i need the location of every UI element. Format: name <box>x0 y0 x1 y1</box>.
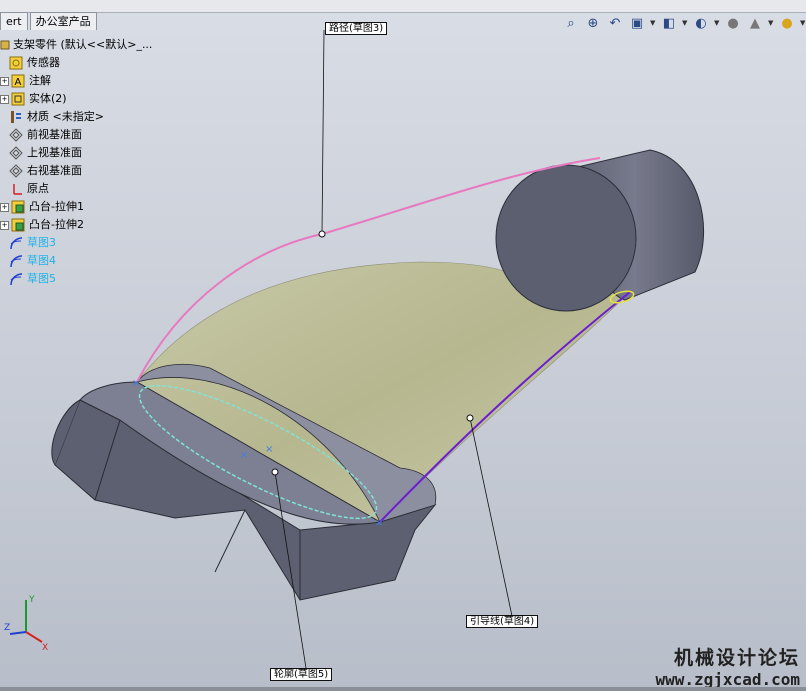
watermark: 机械设计论坛 www.zgjxcad.com <box>656 643 801 689</box>
part-icon <box>0 37 10 53</box>
tree-item[interactable]: 草图5 <box>0 270 56 288</box>
edit-appearance-icon[interactable]: ▲ <box>746 14 764 32</box>
expand-plus-icon[interactable]: + <box>0 220 9 230</box>
tree-item-label: 实体(2) <box>29 92 67 105</box>
tab-insert[interactable]: ert <box>0 12 28 30</box>
tree-item-label: 草图3 <box>27 236 56 249</box>
tree-item[interactable]: 传感器 <box>0 54 60 72</box>
previous-view-icon[interactable]: ↶ <box>606 14 624 32</box>
plane-icon <box>8 145 24 161</box>
tree-item-label: 右视基准面 <box>27 164 82 177</box>
tree-item-label: 凸台-拉伸2 <box>29 218 84 231</box>
tree-root-label: 支架零件 (默认<<默认>_... <box>13 38 153 51</box>
tree-item-label: 凸台-拉伸1 <box>29 200 84 213</box>
tree-connector <box>0 186 7 193</box>
top-toolbar <box>0 0 806 13</box>
chevron-down-icon[interactable]: ▼ <box>714 19 720 27</box>
boss-extrude-icon <box>10 217 26 233</box>
material-icon <box>8 109 24 125</box>
solid-bodies-icon <box>10 91 26 107</box>
cylinder-boss[interactable] <box>495 149 705 312</box>
svg-text:A: A <box>15 77 22 88</box>
tree-item-label: 前视基准面 <box>27 128 82 141</box>
callout-path: 路径(草图3) <box>325 22 388 35</box>
callout-guide: 引导线(草图4) <box>466 615 539 628</box>
hide-show-icon[interactable]: ● <box>724 14 742 32</box>
svg-text:×: × <box>132 378 140 389</box>
tree-item[interactable]: + A 注解 <box>0 72 51 90</box>
sketch-icon <box>8 271 24 287</box>
annotation-icon: A <box>10 73 26 89</box>
chevron-down-icon[interactable]: ▼ <box>682 19 688 27</box>
status-bar <box>0 687 806 691</box>
tree-connector <box>0 240 7 247</box>
section-view-icon[interactable]: ▣ <box>628 14 646 32</box>
tree-item[interactable]: 草图3 <box>0 234 56 252</box>
tree-item[interactable]: 草图4 <box>0 252 56 270</box>
tree-item[interactable]: 前视基准面 <box>0 126 82 144</box>
tree-connector <box>0 60 7 67</box>
origin-icon <box>8 181 24 197</box>
apply-scene-icon[interactable]: ● <box>778 14 796 32</box>
tree-item-label: 传感器 <box>27 56 60 69</box>
sensor-icon <box>8 55 24 71</box>
tree-item[interactable]: 上视基准面 <box>0 144 82 162</box>
tree-root[interactable]: 支架零件 (默认<<默认>_... <box>0 36 152 54</box>
tree-item[interactable]: + 凸台-拉伸1 <box>0 198 84 216</box>
command-tabs: ert 办公室产品 <box>0 12 99 30</box>
tree-item-label: 原点 <box>27 182 49 195</box>
chevron-down-icon[interactable]: ▼ <box>768 19 774 27</box>
reference-triad: Y X Z <box>4 592 54 655</box>
tree-connector <box>0 258 7 265</box>
heads-up-view-toolbar: ⌕ ⊕ ↶ ▣ ▼ ◧ ▼ ◐ ▼ ● ▲ ▼ ● ▼ <box>562 14 806 32</box>
zoom-to-fit-icon[interactable]: ⌕ <box>562 14 580 32</box>
tree-item-label: 注解 <box>29 74 51 87</box>
svg-text:×: × <box>240 450 248 461</box>
tree-item[interactable]: + 凸台-拉伸2 <box>0 216 84 234</box>
expand-plus-icon[interactable]: + <box>0 202 9 212</box>
tree-connector <box>0 150 7 157</box>
tab-office-products[interactable]: 办公室产品 <box>29 12 97 30</box>
tree-item-label: 草图5 <box>27 272 56 285</box>
tree-connector <box>0 168 7 175</box>
tree-connector <box>0 132 7 139</box>
tree-item[interactable]: 材质 <未指定> <box>0 108 104 126</box>
expand-plus-icon[interactable]: + <box>0 94 9 104</box>
tree-item-label: 材质 <未指定> <box>27 110 104 123</box>
graphics-area[interactable]: × × × × <box>0 0 806 691</box>
tree-connector <box>0 114 7 121</box>
callout-profile: 轮廓(草图5) <box>270 668 333 681</box>
view-orientation-icon[interactable]: ◧ <box>660 14 678 32</box>
triad-x-label: X <box>42 643 48 652</box>
chevron-down-icon[interactable]: ▼ <box>800 19 806 27</box>
plane-icon <box>8 127 24 143</box>
plane-icon <box>8 163 24 179</box>
tree-item[interactable]: + 实体(2) <box>0 90 67 108</box>
tree-item-label: 草图4 <box>27 254 56 267</box>
svg-text:×: × <box>375 518 383 529</box>
chevron-down-icon[interactable]: ▼ <box>650 19 656 27</box>
watermark-title: 机械设计论坛 <box>673 647 800 669</box>
svg-text:×: × <box>265 444 273 455</box>
triad-z-label: Z <box>4 623 10 633</box>
sketch-icon <box>8 235 24 251</box>
tree-item[interactable]: 右视基准面 <box>0 162 82 180</box>
sketch-icon <box>8 253 24 269</box>
boss-extrude-icon <box>10 199 26 215</box>
triad-y-label: Y <box>28 595 35 605</box>
display-style-icon[interactable]: ◐ <box>692 14 710 32</box>
tree-item-label: 上视基准面 <box>27 146 82 159</box>
expand-plus-icon[interactable]: + <box>0 76 9 86</box>
tree-connector <box>0 276 7 283</box>
zoom-area-icon[interactable]: ⊕ <box>584 14 602 32</box>
tree-item[interactable]: 原点 <box>0 180 49 198</box>
